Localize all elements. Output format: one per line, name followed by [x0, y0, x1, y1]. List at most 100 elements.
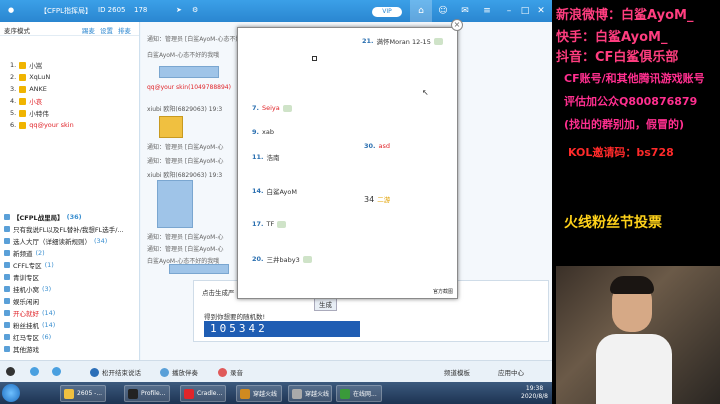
channel-item[interactable]: 红马专区 (6) [4, 332, 51, 342]
member-name: 小嵩 [29, 62, 43, 70]
channel-icon [4, 286, 10, 292]
chat-notice: 通知：管理员 [白鲨AyoM-心 [147, 158, 224, 165]
account-eval-text: CF账号/和其他腾讯游戏账号 [564, 72, 705, 85]
online-count: 178 [134, 6, 148, 14]
ranking-popup: 21. 满怀Moran 12-15 7. Seiya 9. xab 30. asd 11… [237, 27, 458, 299]
generate-button[interactable]: 生成 [314, 297, 337, 311]
member-name: 小哀 [29, 98, 43, 106]
play-music-button[interactable]: 播放伴奏 [160, 367, 198, 377]
settings-link[interactable]: 设置 [100, 25, 113, 35]
volume-icon[interactable] [30, 367, 39, 376]
taskbar-item[interactable]: 穿越火线 [288, 385, 332, 402]
channel-item[interactable]: CFFL专区 (1) [4, 260, 54, 270]
kuaishou-text: 快手：白鲨AyoM_ [556, 30, 668, 45]
channel-item[interactable]: 青训专区 [4, 272, 39, 282]
member-name: ANKE [29, 85, 47, 93]
taskbar-item[interactable]: 穿越火线 [236, 385, 282, 402]
channel-item[interactable]: 挂机小窝 (3) [4, 284, 51, 294]
vote-title: 火线粉丝节投票 [564, 215, 662, 231]
channel-item[interactable]: 娱乐闲闲 [4, 296, 39, 306]
game-icon [240, 388, 250, 399]
member-row[interactable]: 4. 小哀 [10, 96, 42, 106]
home-icon[interactable]: ⌂ [410, 0, 432, 22]
popup-entry[interactable]: 9. xab [252, 128, 274, 136]
member-row[interactable]: 2. XqLuN [10, 72, 50, 82]
taskbar-item[interactable]: Cradle... [180, 385, 226, 402]
app-icon [184, 388, 194, 399]
popup-entry[interactable]: 17. TF [252, 220, 287, 228]
title-bar: ● 【CFPL指挥局】 ID 2605 178 ➤ ⚙ VIP ⌂ ☺ ✉ ≡ … [0, 0, 552, 22]
arrow-icon[interactable]: ➤ [176, 6, 182, 14]
record-button[interactable]: 录音 [218, 367, 243, 377]
chat-image[interactable] [169, 264, 229, 274]
checkbox[interactable] [312, 56, 317, 61]
vip-pill[interactable]: VIP [372, 7, 402, 17]
webcam-feed [556, 266, 720, 404]
ptt-icon [90, 367, 99, 377]
user-icon[interactable]: ☺ [432, 0, 454, 22]
mode-label[interactable]: 麦序模式 [4, 25, 30, 35]
channel-icon [4, 214, 10, 220]
queue-link[interactable]: 排麦 [118, 25, 131, 35]
chat-notice: 白鲨AyoM-心态不好的我哦 [147, 52, 220, 59]
taskbar: 2605 -... Profile... Cradle... 穿越火线 穿越火线… [0, 382, 552, 404]
member-row[interactable]: 5. 小特伟 [10, 108, 49, 118]
member-row[interactable]: 1. 小嵩 [10, 60, 42, 70]
channel-icon [4, 226, 10, 232]
app-icon [64, 388, 74, 399]
popup-entry[interactable]: 14. 白鲨AyoM [252, 186, 297, 196]
channel-item[interactable]: 只有我说FL以及FL替补/我想FL选手/... [4, 224, 124, 234]
popup-entry[interactable]: 30. asd [364, 142, 390, 150]
close-icon[interactable]: ✕ [530, 0, 552, 22]
contact-text: 评估加公众Q800876879 [564, 95, 698, 108]
app-center-button[interactable]: 应用中心 [498, 367, 524, 377]
result-label: 得到你想要的随机数! [204, 313, 266, 321]
channel-icon [4, 250, 10, 256]
app-logo-icon: ● [8, 6, 15, 14]
channel-item[interactable]: 粉丝挂机 (14) [4, 320, 55, 330]
push-to-talk-button[interactable]: 松开结束说话 [90, 367, 141, 377]
channel-item[interactable]: 选人大厅（详细读新规则） (34) [4, 236, 107, 246]
member-row[interactable]: 6. qq@your skin [10, 120, 74, 130]
channel-icon [4, 346, 10, 352]
channel-template-button[interactable]: 频道模板 [444, 367, 470, 377]
channel-item[interactable]: 新频道 (2) [4, 248, 45, 258]
channel-icon [4, 322, 10, 328]
crown-icon [19, 73, 27, 81]
settings-icon[interactable]: ⚙ [192, 6, 198, 14]
generate-prompt: 点击生成严 [202, 289, 235, 297]
channel-id: ID 2605 [98, 6, 126, 14]
channel-icon [4, 274, 10, 280]
warning-text: (找出的群别加，假冒的) [564, 118, 685, 131]
avatar[interactable] [6, 367, 15, 376]
channel-item[interactable]: 其他游戏 [4, 344, 39, 354]
member-name: XqLuN [29, 73, 51, 81]
taskbar-item[interactable]: 在线网... [336, 385, 382, 402]
member-row[interactable]: 3. ANKE [10, 84, 47, 94]
popup-entry[interactable]: 7. Seiya [252, 104, 292, 112]
kick-mic-link[interactable]: 踢麦 [82, 25, 95, 35]
chat-image[interactable] [157, 180, 193, 228]
chat-bubble-icon [282, 104, 292, 112]
mic-icon[interactable] [52, 367, 61, 376]
popup-entry[interactable]: 11. 浩南 [252, 152, 280, 162]
input-toolbar: 松开结束说话 播放伴奏 录音 频道模板 应用中心 [0, 360, 552, 382]
channel-root[interactable]: 【CFPL战里局】 (36) [4, 212, 82, 222]
channel-icon [4, 238, 10, 244]
menu-icon[interactable]: ≡ [476, 0, 498, 22]
popup-entry[interactable]: 20. 三井baby3 [252, 254, 312, 264]
channel-item[interactable]: 开心就好 (14) [4, 308, 55, 318]
mic-queue-panel: 麦序模式 踢麦 设置 排麦 1. 小嵩 2. XqLuN 3. ANKE 4. … [0, 22, 140, 208]
start-button[interactable] [2, 384, 20, 402]
system-clock[interactable]: 19:38 2020/8/8 [521, 385, 548, 401]
crown-icon [19, 109, 27, 117]
chat-bubble-icon [277, 220, 287, 228]
taskbar-item[interactable]: Profile... [124, 385, 170, 402]
chat-sender: xiubi 欧阳(6829063) 19:3 [147, 106, 223, 113]
popup-close-icon[interactable]: × [451, 19, 463, 31]
popup-entry[interactable]: 21. 满怀Moran 12-15 [362, 36, 443, 46]
emoji-sticker [159, 116, 183, 138]
taskbar-item[interactable]: 2605 -... [60, 385, 106, 402]
chat-image[interactable] [159, 66, 219, 78]
crown-icon [19, 97, 27, 105]
